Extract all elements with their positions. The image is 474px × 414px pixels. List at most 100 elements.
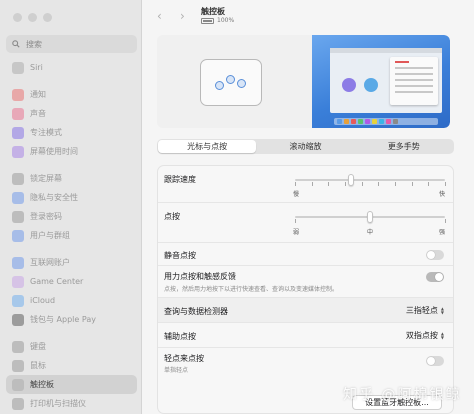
page-title: 触控板 xyxy=(201,7,225,16)
slider-tick xyxy=(295,182,296,186)
trackpad-illustration xyxy=(200,59,262,106)
click-pressure-slider[interactable] xyxy=(367,211,373,223)
silent-click-toggle[interactable] xyxy=(426,250,444,260)
sidebar-item[interactable]: 通知 xyxy=(6,85,137,104)
printer-icon xyxy=(12,397,24,410)
key-icon xyxy=(12,210,24,223)
minimize-window-button[interactable] xyxy=(28,13,37,22)
sidebar-item-label: 声音 xyxy=(30,109,46,118)
hourglass-icon xyxy=(12,145,24,158)
sidebar-item[interactable]: 声音 xyxy=(6,104,137,123)
sidebar-item-label: 触控板 xyxy=(30,380,54,389)
sidebar-item-label: Game Center xyxy=(30,277,84,286)
lock-screen-icon xyxy=(12,172,24,185)
close-window-button[interactable] xyxy=(13,13,22,22)
tracking-speed-label: 跟踪速度 xyxy=(164,175,196,184)
tracking-speed-track xyxy=(295,179,445,181)
lookup-label: 查询与数据检测器 xyxy=(164,307,228,316)
tab-scroll-zoom[interactable]: 滚动缩放 xyxy=(256,140,354,153)
settings-window: 搜索 Siri 通知声音专注模式屏幕使用时间 锁定屏幕隐私与安全性 登录密码用户与群组… xyxy=(0,0,474,414)
battery-icon xyxy=(201,17,214,24)
bell-icon xyxy=(12,88,24,101)
keyboard-icon xyxy=(12,340,24,353)
sidebar-item[interactable]: 打印机与扫描仪 xyxy=(6,394,137,413)
secondary-click-popup[interactable]: 双指点按 ▲ ▼ xyxy=(406,330,444,341)
sidebar-item-label: 键盘 xyxy=(30,342,46,351)
battery-percent: 100% xyxy=(217,17,235,24)
tab-more-gestures[interactable]: 更多手势 xyxy=(355,140,453,153)
slider-tick xyxy=(411,182,413,186)
slider-tick xyxy=(445,219,446,223)
lookup-popup[interactable]: 三指轻点 ▲ ▼ xyxy=(406,305,444,316)
click-label: 点按 xyxy=(164,212,180,221)
demo-popover xyxy=(390,57,438,105)
sidebar-item-label: 鼠标 xyxy=(30,361,46,370)
zoom-window-button[interactable] xyxy=(43,13,52,22)
tap-to-click-description: 单指轻点 xyxy=(164,367,189,374)
window-controls xyxy=(13,13,52,22)
sidebar-item-label: 锁定屏幕 xyxy=(30,174,62,183)
sidebar: 搜索 Siri 通知声音专注模式屏幕使用时间 锁定屏幕隐私与安全性 登录密码用户与群组… xyxy=(0,0,142,414)
slider-tick xyxy=(395,182,396,186)
force-click-description: 点按，然后用力地按下以进行快速查看、查询以及变速媒体控制。 xyxy=(164,286,339,293)
tracking-max-label: 快 xyxy=(439,191,446,198)
tab-bar: 光标与点按 滚动缩放 更多手势 xyxy=(157,139,454,154)
wallet-icon xyxy=(12,313,24,326)
trackpad-icon xyxy=(12,378,24,391)
click-weak-label: 弱 xyxy=(293,229,300,236)
silent-click-row: 静音点按 xyxy=(158,243,453,266)
lookup-value: 三指轻点 xyxy=(405,306,438,315)
finger-dot xyxy=(237,79,246,88)
slider-tick xyxy=(295,219,296,223)
main-content: ‹ › 触控板 100% 光标与点按 滚动缩放 更多手势 跟踪速度 慢 快 点按… xyxy=(143,0,474,414)
battery-status: 100% xyxy=(201,17,234,24)
sidebar-item-label: 屏幕使用时间 xyxy=(30,147,78,156)
slider-tick xyxy=(378,182,380,186)
sidebar-item[interactable]: 登录密码 xyxy=(6,207,137,226)
cloud-icon xyxy=(12,294,24,307)
slider-tick xyxy=(445,182,446,186)
back-chevron-icon[interactable]: ‹ xyxy=(157,9,162,23)
sidebar-item[interactable]: 屏幕使用时间 xyxy=(6,142,137,161)
sidebar-item[interactable]: 键盘 xyxy=(6,337,137,356)
finger-dot xyxy=(215,81,224,90)
watermark: 知乎 @阿棉银鲸 xyxy=(343,387,462,403)
forward-chevron-icon[interactable]: › xyxy=(180,9,185,23)
mouse-icon xyxy=(12,359,24,372)
sidebar-item[interactable]: Game Center xyxy=(6,272,137,291)
sidebar-item-label: 互联网账户 xyxy=(30,258,70,267)
sidebar-item-label: 登录密码 xyxy=(30,212,62,221)
tap-to-click-label: 轻点来点按 xyxy=(164,354,204,363)
tap-to-click-toggle[interactable] xyxy=(426,356,444,366)
siri-icon xyxy=(12,61,24,74)
tracking-min-label: 慢 xyxy=(293,191,300,198)
users-icon xyxy=(12,229,24,242)
popup-arrows-icon: ▲ ▼ xyxy=(440,330,444,340)
finger-dot xyxy=(226,75,235,84)
search-field[interactable]: 搜索 xyxy=(6,35,137,53)
sidebar-item[interactable]: iCloud xyxy=(6,291,137,310)
tab-pointer-click[interactable]: 光标与点按 xyxy=(158,140,257,153)
sidebar-item[interactable]: 触控板 xyxy=(6,375,137,394)
sidebar-item[interactable]: 锁定屏幕 xyxy=(6,169,137,188)
at-icon xyxy=(12,256,24,269)
sidebar-item-label: iCloud xyxy=(30,296,56,305)
secondary-click-value: 双指点按 xyxy=(405,331,438,340)
secondary-click-row: 辅助点按 双指点按 ▲ ▼ xyxy=(158,323,453,348)
tracking-speed-row: 跟踪速度 慢 快 xyxy=(158,166,453,203)
sidebar-item[interactable]: Siri xyxy=(6,58,137,77)
game-center-icon xyxy=(12,275,24,288)
click-row: 点按 弱 中 强 xyxy=(158,203,453,243)
sidebar-item[interactable]: 隐私与安全性 xyxy=(6,188,137,207)
sidebar-item[interactable]: 鼠标 xyxy=(6,356,137,375)
force-click-toggle[interactable] xyxy=(426,272,444,282)
search-icon xyxy=(12,40,20,48)
tracking-speed-slider[interactable] xyxy=(347,174,354,186)
sidebar-item[interactable]: 用户与群组 xyxy=(6,226,137,245)
force-click-label: 用力点按和触感反馈 xyxy=(164,272,236,281)
sidebar-item[interactable]: 钱包与 Apple Pay xyxy=(6,310,137,329)
gesture-preview xyxy=(157,35,450,128)
sidebar-item[interactable]: 互联网账户 xyxy=(6,253,137,272)
sidebar-item[interactable]: 专注模式 xyxy=(6,123,137,142)
sidebar-item-label: 隐私与安全性 xyxy=(30,193,78,202)
